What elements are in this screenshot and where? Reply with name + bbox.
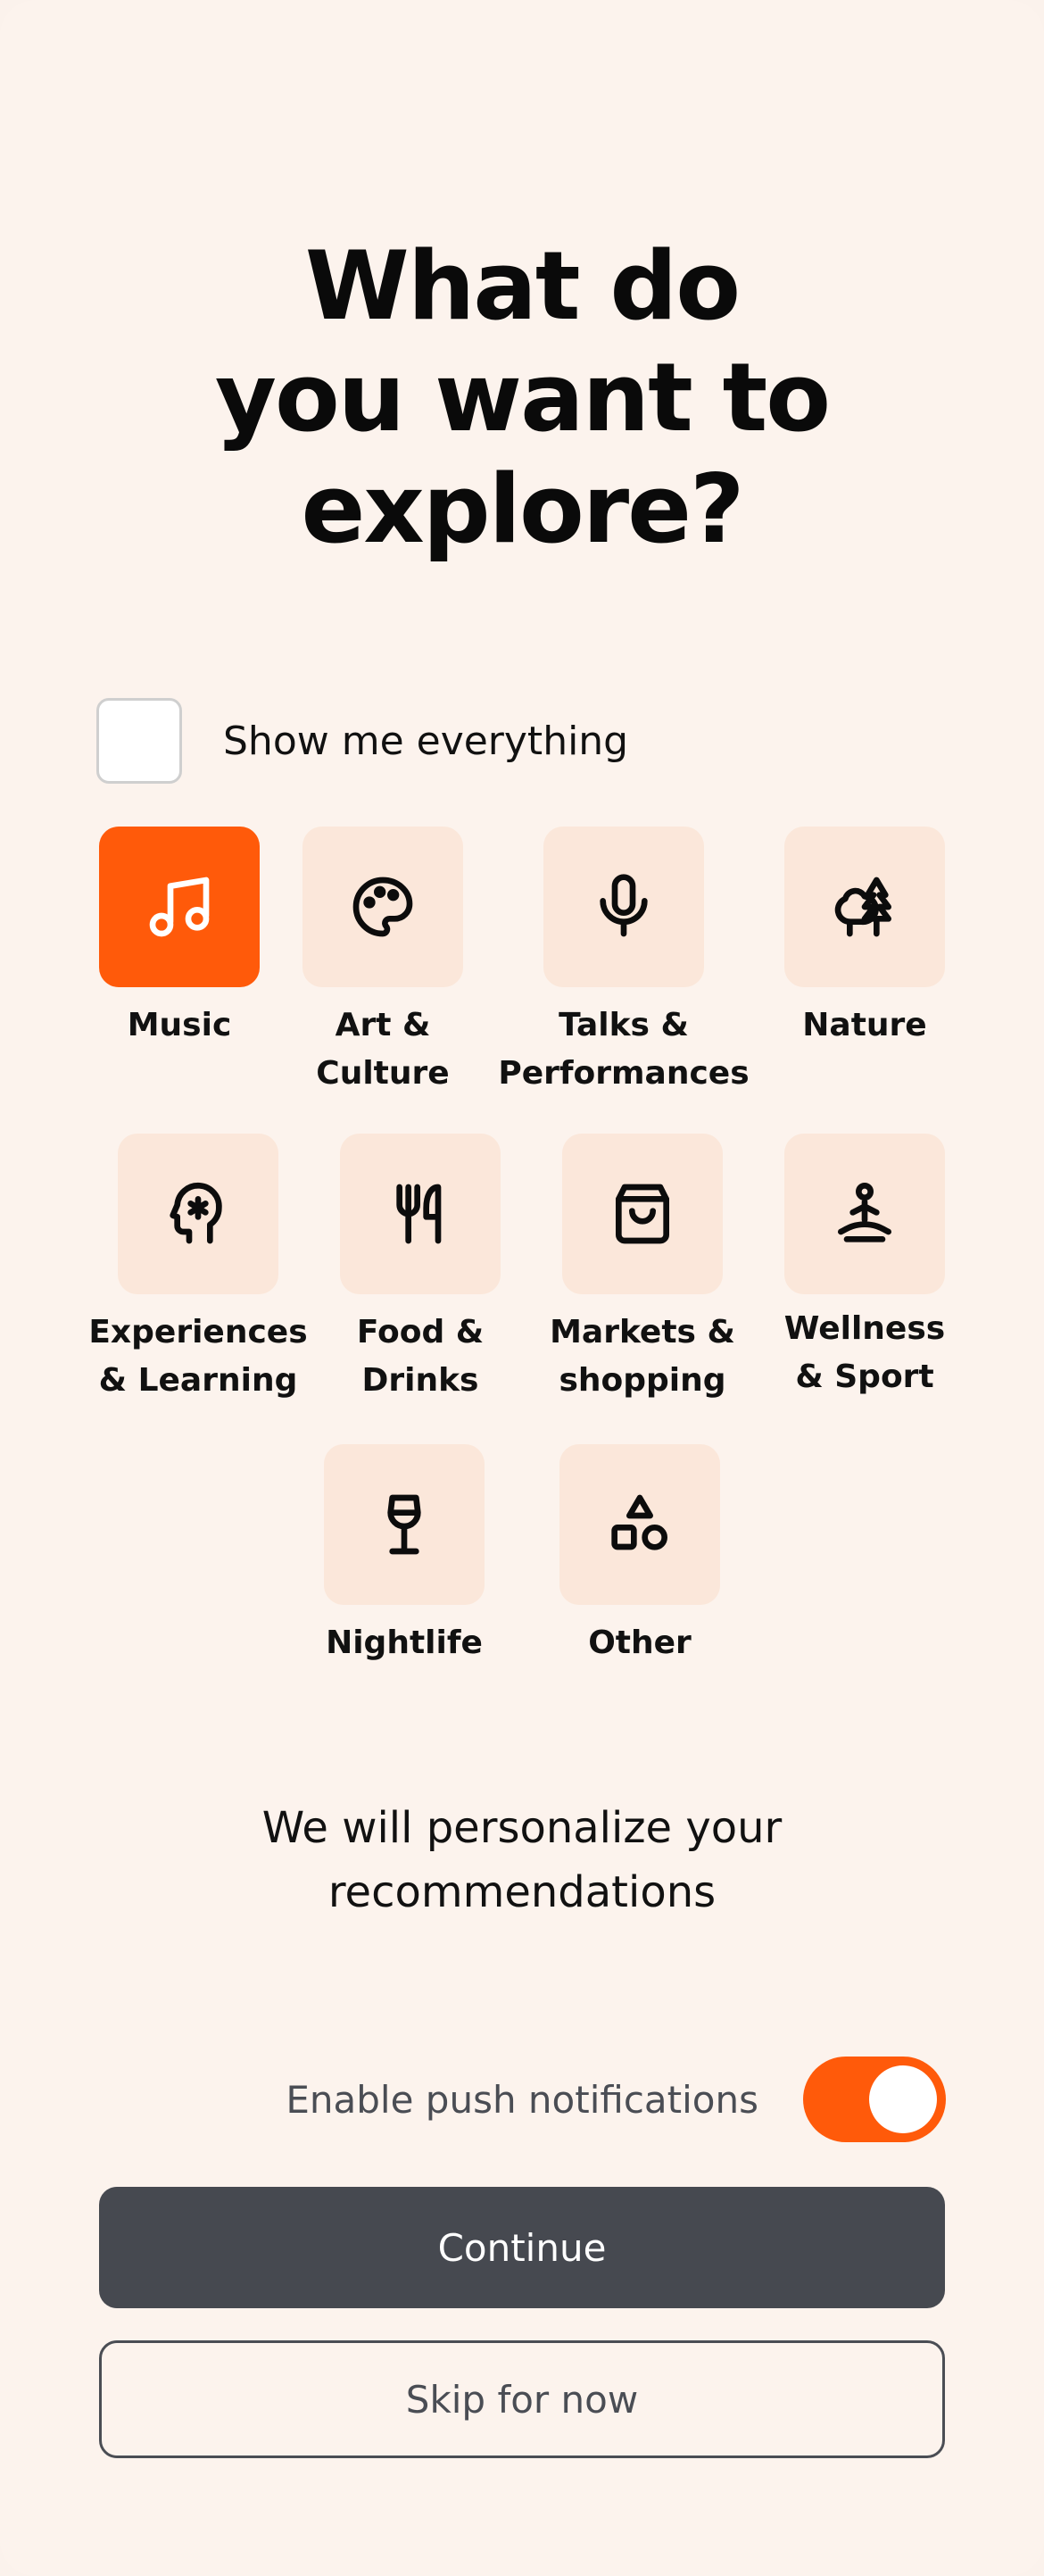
category-tile[interactable] bbox=[543, 827, 704, 987]
category-label: Art & Culture bbox=[249, 1001, 517, 1098]
music-note-icon bbox=[149, 877, 210, 937]
category-label: Other bbox=[506, 1619, 774, 1667]
category-nightlife[interactable]: Nightlife bbox=[324, 1444, 485, 1661]
category-label: Nightlife bbox=[270, 1619, 538, 1667]
push-notifications-row: Enable push notifications bbox=[0, 2055, 946, 2144]
category-label-line: Wellness bbox=[783, 1310, 946, 1347]
category-tile[interactable] bbox=[784, 827, 945, 987]
show-everything-label: Show me everything bbox=[223, 718, 629, 764]
wine-glass-icon bbox=[387, 1494, 421, 1555]
shapes-icon bbox=[611, 1494, 667, 1550]
category-label-line: & Sport bbox=[795, 1359, 934, 1395]
category-label: Talks & Performances bbox=[490, 1001, 758, 1098]
title-line: explore? bbox=[301, 454, 745, 564]
onboarding-screen: What do you want to explore? Show me eve… bbox=[0, 0, 1044, 2576]
skip-button[interactable]: Skip for now bbox=[99, 2340, 945, 2458]
category-tile[interactable] bbox=[340, 1134, 501, 1294]
palette-icon bbox=[352, 877, 413, 937]
microphone-icon bbox=[600, 874, 648, 937]
category-experiences[interactable]: Experiences & Learning bbox=[88, 1134, 308, 1399]
category-label-line: Culture bbox=[316, 1055, 450, 1092]
personalize-message: We will personalize your recommendations bbox=[0, 1796, 1044, 1924]
category-tile[interactable] bbox=[784, 1134, 945, 1294]
shopping-bag-icon bbox=[616, 1184, 669, 1244]
page-title: What do you want to explore? bbox=[0, 230, 1044, 565]
category-other[interactable]: Other bbox=[559, 1444, 720, 1661]
category-talks[interactable]: Talks & Performances bbox=[498, 827, 750, 1092]
trees-icon bbox=[834, 877, 891, 937]
category-tile[interactable] bbox=[118, 1134, 278, 1294]
yoga-icon bbox=[838, 1183, 891, 1242]
category-tile[interactable] bbox=[562, 1134, 723, 1294]
category-label-line: Performances bbox=[498, 1055, 750, 1092]
category-label-line: Nature bbox=[802, 1007, 927, 1043]
title-line: What do bbox=[304, 231, 741, 341]
category-label: Wellness & Sport bbox=[731, 1305, 998, 1401]
show-everything-option[interactable]: Show me everything bbox=[96, 698, 628, 784]
toggle-knob bbox=[869, 2065, 937, 2133]
category-label-line: Art & bbox=[335, 1007, 431, 1043]
category-label-line: Talks & bbox=[559, 1007, 689, 1043]
category-tile[interactable] bbox=[559, 1444, 720, 1605]
head-brain-icon bbox=[170, 1182, 222, 1244]
continue-button[interactable]: Continue bbox=[99, 2187, 945, 2308]
category-food[interactable]: Food & Drinks bbox=[340, 1134, 501, 1399]
push-notifications-toggle[interactable] bbox=[803, 2057, 946, 2142]
category-tile[interactable] bbox=[302, 827, 463, 987]
category-label-line: Nightlife bbox=[326, 1625, 483, 1661]
category-nature[interactable]: Nature bbox=[784, 827, 945, 1043]
push-notifications-label: Enable push notifications bbox=[286, 2077, 758, 2122]
title-line: you want to bbox=[214, 343, 831, 453]
category-tile[interactable] bbox=[324, 1444, 485, 1605]
category-music[interactable]: Music bbox=[99, 827, 260, 1043]
personalize-line: We will personalize your bbox=[261, 1803, 783, 1853]
category-label: Nature bbox=[731, 1001, 998, 1050]
show-everything-checkbox[interactable] bbox=[96, 698, 182, 784]
fork-knife-icon bbox=[396, 1184, 442, 1244]
category-wellness[interactable]: Wellness & Sport bbox=[784, 1134, 945, 1395]
category-label-line: Other bbox=[588, 1625, 692, 1661]
category-markets[interactable]: Markets & shopping bbox=[550, 1134, 735, 1399]
personalize-line: recommendations bbox=[327, 1867, 717, 1917]
category-tile[interactable] bbox=[99, 827, 260, 987]
category-art-culture[interactable]: Art & Culture bbox=[302, 827, 463, 1092]
